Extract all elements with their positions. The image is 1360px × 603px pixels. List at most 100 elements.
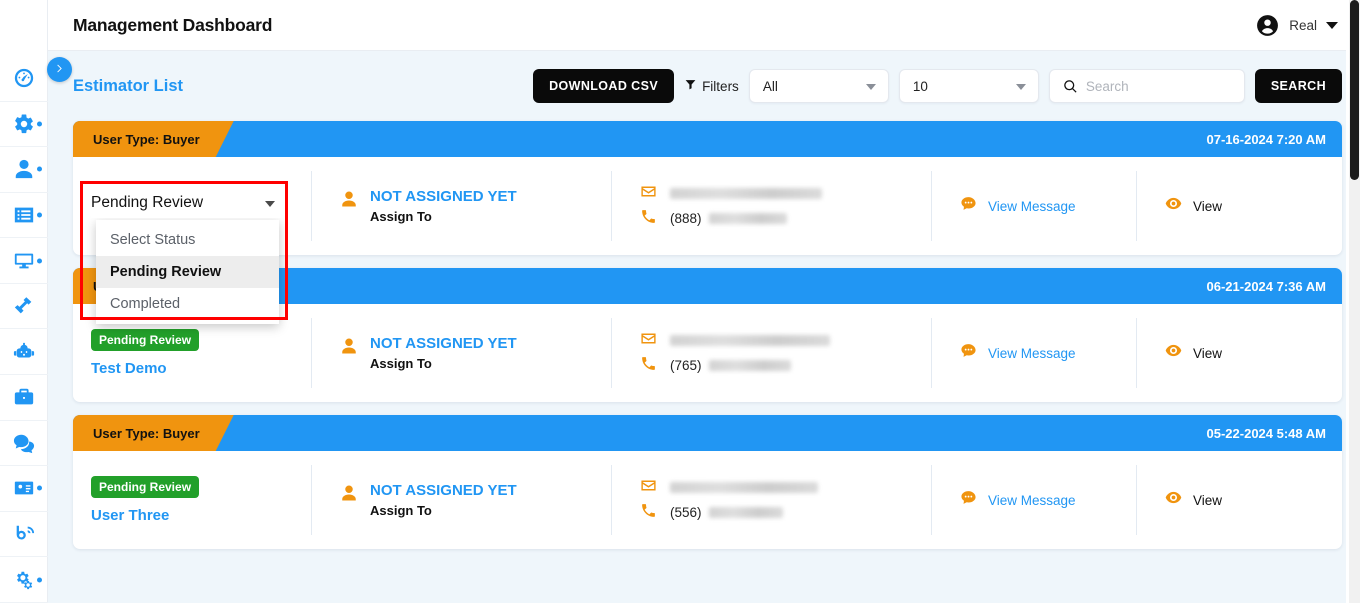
view-message-link[interactable]: View Message <box>960 195 1136 217</box>
sidebar-item-bot[interactable] <box>0 329 48 376</box>
view-message-label: View Message <box>988 345 1076 361</box>
estimator-list-heading: Estimator List <box>73 76 184 95</box>
message-column: View Message <box>931 318 1136 388</box>
status-badge: Pending Review <box>91 329 200 351</box>
id-card-icon <box>13 477 35 499</box>
toolbar: Estimator List DOWNLOAD CSV Filters All … <box>48 51 1360 121</box>
phone-redacted <box>708 507 783 518</box>
assigned-to-value[interactable]: NOT ASSIGNED YET <box>370 188 517 205</box>
sidebar-item-monitor[interactable] <box>0 238 48 284</box>
view-link[interactable]: View <box>1165 342 1342 364</box>
eye-icon <box>1165 489 1182 511</box>
page-size-value: 10 <box>912 78 928 94</box>
view-column: View <box>1136 318 1342 388</box>
view-link[interactable]: View <box>1165 489 1342 511</box>
speedometer-icon <box>13 67 35 89</box>
assign-to-label: Assign To <box>370 356 432 372</box>
status-filter-select[interactable]: All <box>748 69 889 103</box>
assignment-column: NOT ASSIGNED YET Assign To <box>311 318 611 388</box>
account-menu[interactable]: Real <box>1255 13 1338 38</box>
status-option-completed[interactable]: Completed <box>96 288 279 320</box>
envelope-icon <box>640 477 657 499</box>
email-row <box>640 181 931 206</box>
email-row <box>640 328 931 353</box>
email-redacted <box>670 482 818 493</box>
user-icon <box>340 335 358 355</box>
user-type-ribbon: User Type: Buyer <box>73 121 234 157</box>
card-header: User Type: Buyer 05-22-2024 5:48 AM <box>73 415 1342 451</box>
assign-row[interactable]: NOT ASSIGNED YET Assign To <box>340 335 611 371</box>
view-column: View <box>1136 171 1342 241</box>
sidebar-item-lists[interactable] <box>0 193 48 239</box>
sidebar-indicator-dot <box>36 212 42 218</box>
page-size-select[interactable]: 10 <box>898 69 1039 103</box>
view-message-link[interactable]: View Message <box>960 489 1136 511</box>
assignment-column: NOT ASSIGNED YET Assign To <box>311 465 611 535</box>
search-button[interactable]: SEARCH <box>1254 69 1342 103</box>
phone-redacted <box>708 213 787 224</box>
card-date: 06-21-2024 7:36 AM <box>1206 278 1326 294</box>
phone-prefix: (556) <box>670 505 702 520</box>
chevron-right-icon <box>54 62 65 77</box>
customer-name-link[interactable]: User Three <box>91 507 311 524</box>
sidebar-item-users[interactable] <box>0 147 48 193</box>
download-csv-button[interactable]: DOWNLOAD CSV <box>533 69 675 103</box>
page-title: Management Dashboard <box>73 14 273 35</box>
message-column: View Message <box>931 465 1136 535</box>
gears-icon <box>13 569 35 591</box>
email-redacted <box>670 335 830 346</box>
robot-icon <box>13 341 35 363</box>
status-column: Pending Review Test Demo <box>73 318 311 388</box>
sidebar-item-settings[interactable] <box>0 102 48 148</box>
comment-icon <box>960 489 977 511</box>
user-icon <box>340 188 358 208</box>
filters-toggle[interactable]: Filters <box>684 78 739 94</box>
view-label: View <box>1193 198 1223 214</box>
card-date: 07-16-2024 7:20 AM <box>1206 131 1326 147</box>
email-redacted <box>670 188 822 199</box>
sidebar-indicator-dot <box>36 577 42 583</box>
sidebar-item-tools[interactable] <box>0 284 48 330</box>
contact-column: (888) <box>611 171 931 241</box>
sidebar-item-blog[interactable] <box>0 512 48 558</box>
status-dropdown-trigger[interactable]: Pending Review <box>91 188 281 218</box>
sidebar-indicator-dot <box>36 485 42 491</box>
phone-row: (765) <box>640 353 931 378</box>
email-row <box>640 475 931 500</box>
view-message-link[interactable]: View Message <box>960 342 1136 364</box>
customer-name-link[interactable]: Test Demo <box>91 360 311 377</box>
assign-row[interactable]: NOT ASSIGNED YET Assign To <box>340 482 611 518</box>
assign-row[interactable]: NOT ASSIGNED YET Assign To <box>340 188 611 224</box>
view-message-label: View Message <box>988 198 1076 214</box>
view-link[interactable]: View <box>1165 195 1342 217</box>
scrollbar-thumb[interactable] <box>1350 0 1359 180</box>
status-option-select-status[interactable]: Select Status <box>96 224 279 256</box>
sidebar-item-dashboard[interactable] <box>0 56 48 102</box>
phone-row: (888) <box>640 206 931 231</box>
status-column: Pending Review User Three <box>73 465 311 535</box>
sidebar-item-advanced-settings[interactable] <box>0 557 48 603</box>
sidebar-item-jobs[interactable] <box>0 375 48 421</box>
briefcase-icon <box>13 386 35 408</box>
status-badge: Pending Review <box>91 476 200 498</box>
hammer-icon <box>13 295 35 317</box>
sidebar-item-messages[interactable] <box>0 421 48 467</box>
sidebar-toggle-button[interactable] <box>47 57 72 82</box>
status-filter-value: All <box>762 78 778 94</box>
status-dropdown[interactable]: Pending Review Select Status Pending Rev… <box>91 188 281 324</box>
assigned-to-value[interactable]: NOT ASSIGNED YET <box>370 335 517 352</box>
phone-icon <box>640 355 657 377</box>
monitor-icon <box>13 250 35 272</box>
status-dropdown-menu: Select Status Pending Review Completed <box>96 220 279 324</box>
status-option-pending-review[interactable]: Pending Review <box>96 256 279 288</box>
phone-redacted <box>708 360 791 371</box>
contact-column: (556) <box>611 465 931 535</box>
search-input[interactable] <box>1085 70 1244 102</box>
search-field-wrapper[interactable] <box>1048 69 1245 103</box>
chevron-down-icon[interactable] <box>1326 21 1338 29</box>
account-name: Real <box>1289 17 1317 33</box>
sidebar-item-contacts[interactable] <box>0 466 48 512</box>
assigned-to-value[interactable]: NOT ASSIGNED YET <box>370 482 517 499</box>
envelope-icon <box>640 330 657 352</box>
card-body: Pending Review User Three NOT ASSIGNED Y… <box>73 451 1342 549</box>
